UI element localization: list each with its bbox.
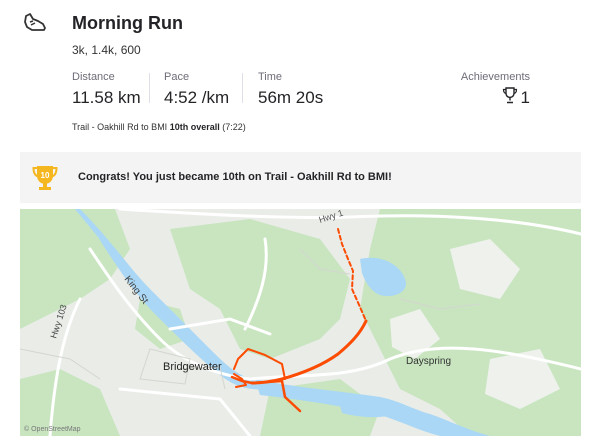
segment-effort-line[interactable]: Trail - Oakhill Rd to BMI 10th overall (… <box>72 122 246 132</box>
trophy-icon <box>502 87 518 109</box>
stat-divider <box>149 73 150 103</box>
route-map[interactable]: Hwy 1 King St Hwy 103 Bridgewater Dayspr… <box>20 209 581 436</box>
segment-name[interactable]: Trail - Oakhill Rd to BMI <box>72 122 167 132</box>
achievement-message: Congrats! You just became 10th on Trail … <box>78 171 392 183</box>
achievements-label: Achievements <box>460 71 530 83</box>
badge-number: 10 <box>41 171 50 180</box>
achievements[interactable]: Achievements 1 <box>461 71 530 109</box>
segment-time: (7:22) <box>222 122 246 132</box>
stat-time: Time 56m 20s <box>258 71 323 108</box>
stat-pace-value: 4:52 /km <box>164 88 230 107</box>
map-attribution[interactable]: © OpenStreetMap <box>24 425 81 433</box>
stat-time-label: Time <box>258 71 283 83</box>
map-label-bridgewater: Bridgewater <box>163 361 222 373</box>
stat-divider <box>242 73 243 103</box>
stat-pace: Pace 4:52 /km <box>164 71 229 108</box>
stat-distance: Distance 11.58 km <box>72 71 141 108</box>
stat-pace-label: Pace <box>164 71 190 83</box>
map-label-dayspring: Dayspring <box>406 356 451 367</box>
activity-title: Morning Run <box>72 13 183 33</box>
segment-rank: 10th overall <box>169 122 220 132</box>
achievements-count: 1 <box>520 88 530 107</box>
stat-distance-value: 11.58 km <box>72 88 141 107</box>
activity-description: 3k, 1.4k, 600 <box>72 43 141 57</box>
stat-time-value: 56m 20s <box>258 88 324 107</box>
achievement-banner: 10 Congrats! You just became 10th on Tra… <box>20 152 581 203</box>
running-shoe-icon <box>22 12 48 34</box>
trophy-icon: 10 <box>32 164 58 197</box>
stat-distance-label: Distance <box>72 71 115 83</box>
